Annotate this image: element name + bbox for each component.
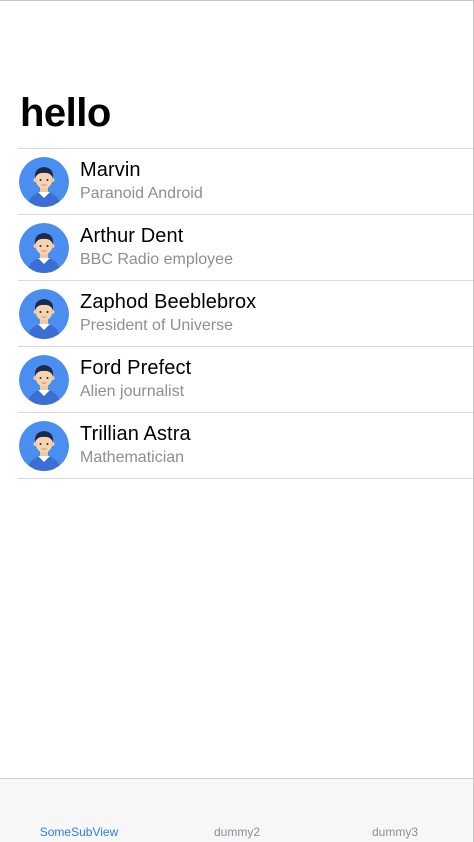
- person-name: Zaphod Beeblebrox: [80, 291, 257, 313]
- list-item-text: Marvin Paranoid Android: [80, 159, 203, 204]
- list-item[interactable]: Ford Prefect Alien journalist: [18, 347, 473, 413]
- list-item-text: Arthur Dent BBC Radio employee: [80, 225, 233, 270]
- person-name: Marvin: [80, 159, 141, 181]
- person-avatar-icon: [19, 420, 69, 471]
- tab-dummy2[interactable]: dummy2: [158, 825, 316, 839]
- tab-dummy3[interactable]: dummy3: [316, 825, 473, 839]
- list-item-text: Zaphod Beeblebrox President of Universe: [80, 291, 256, 336]
- person-avatar-icon: [19, 156, 69, 207]
- list-item-text: Ford Prefect Alien journalist: [80, 357, 191, 402]
- tab-bar: SomeSubView dummy2 dummy3: [0, 778, 473, 842]
- person-name: Trillian Astra: [80, 423, 191, 445]
- person-subtitle: Alien journalist: [80, 383, 185, 400]
- person-subtitle: Mathematician: [80, 449, 185, 466]
- list-item[interactable]: Arthur Dent BBC Radio employee: [18, 215, 473, 281]
- tab-somesubview[interactable]: SomeSubView: [0, 825, 158, 839]
- people-list: Marvin Paranoid Android Arthur Dent BBC …: [18, 148, 473, 479]
- person-avatar-icon: [19, 288, 69, 339]
- person-avatar-icon: [19, 222, 69, 273]
- person-subtitle: BBC Radio employee: [80, 251, 233, 268]
- person-name: Ford Prefect: [80, 357, 192, 379]
- app-screen: hello Marvin Paranoid Android Arthur Den…: [0, 0, 474, 842]
- page-title: hello: [20, 91, 111, 135]
- list-item[interactable]: Marvin Paranoid Android: [18, 149, 473, 215]
- person-avatar-icon: [19, 354, 69, 405]
- list-item-text: Trillian Astra Mathematician: [80, 423, 191, 468]
- person-name: Arthur Dent: [80, 225, 184, 247]
- person-subtitle: Paranoid Android: [80, 185, 203, 202]
- person-subtitle: President of Universe: [80, 317, 233, 334]
- list-item[interactable]: Zaphod Beeblebrox President of Universe: [18, 281, 473, 347]
- list-item[interactable]: Trillian Astra Mathematician: [18, 413, 473, 479]
